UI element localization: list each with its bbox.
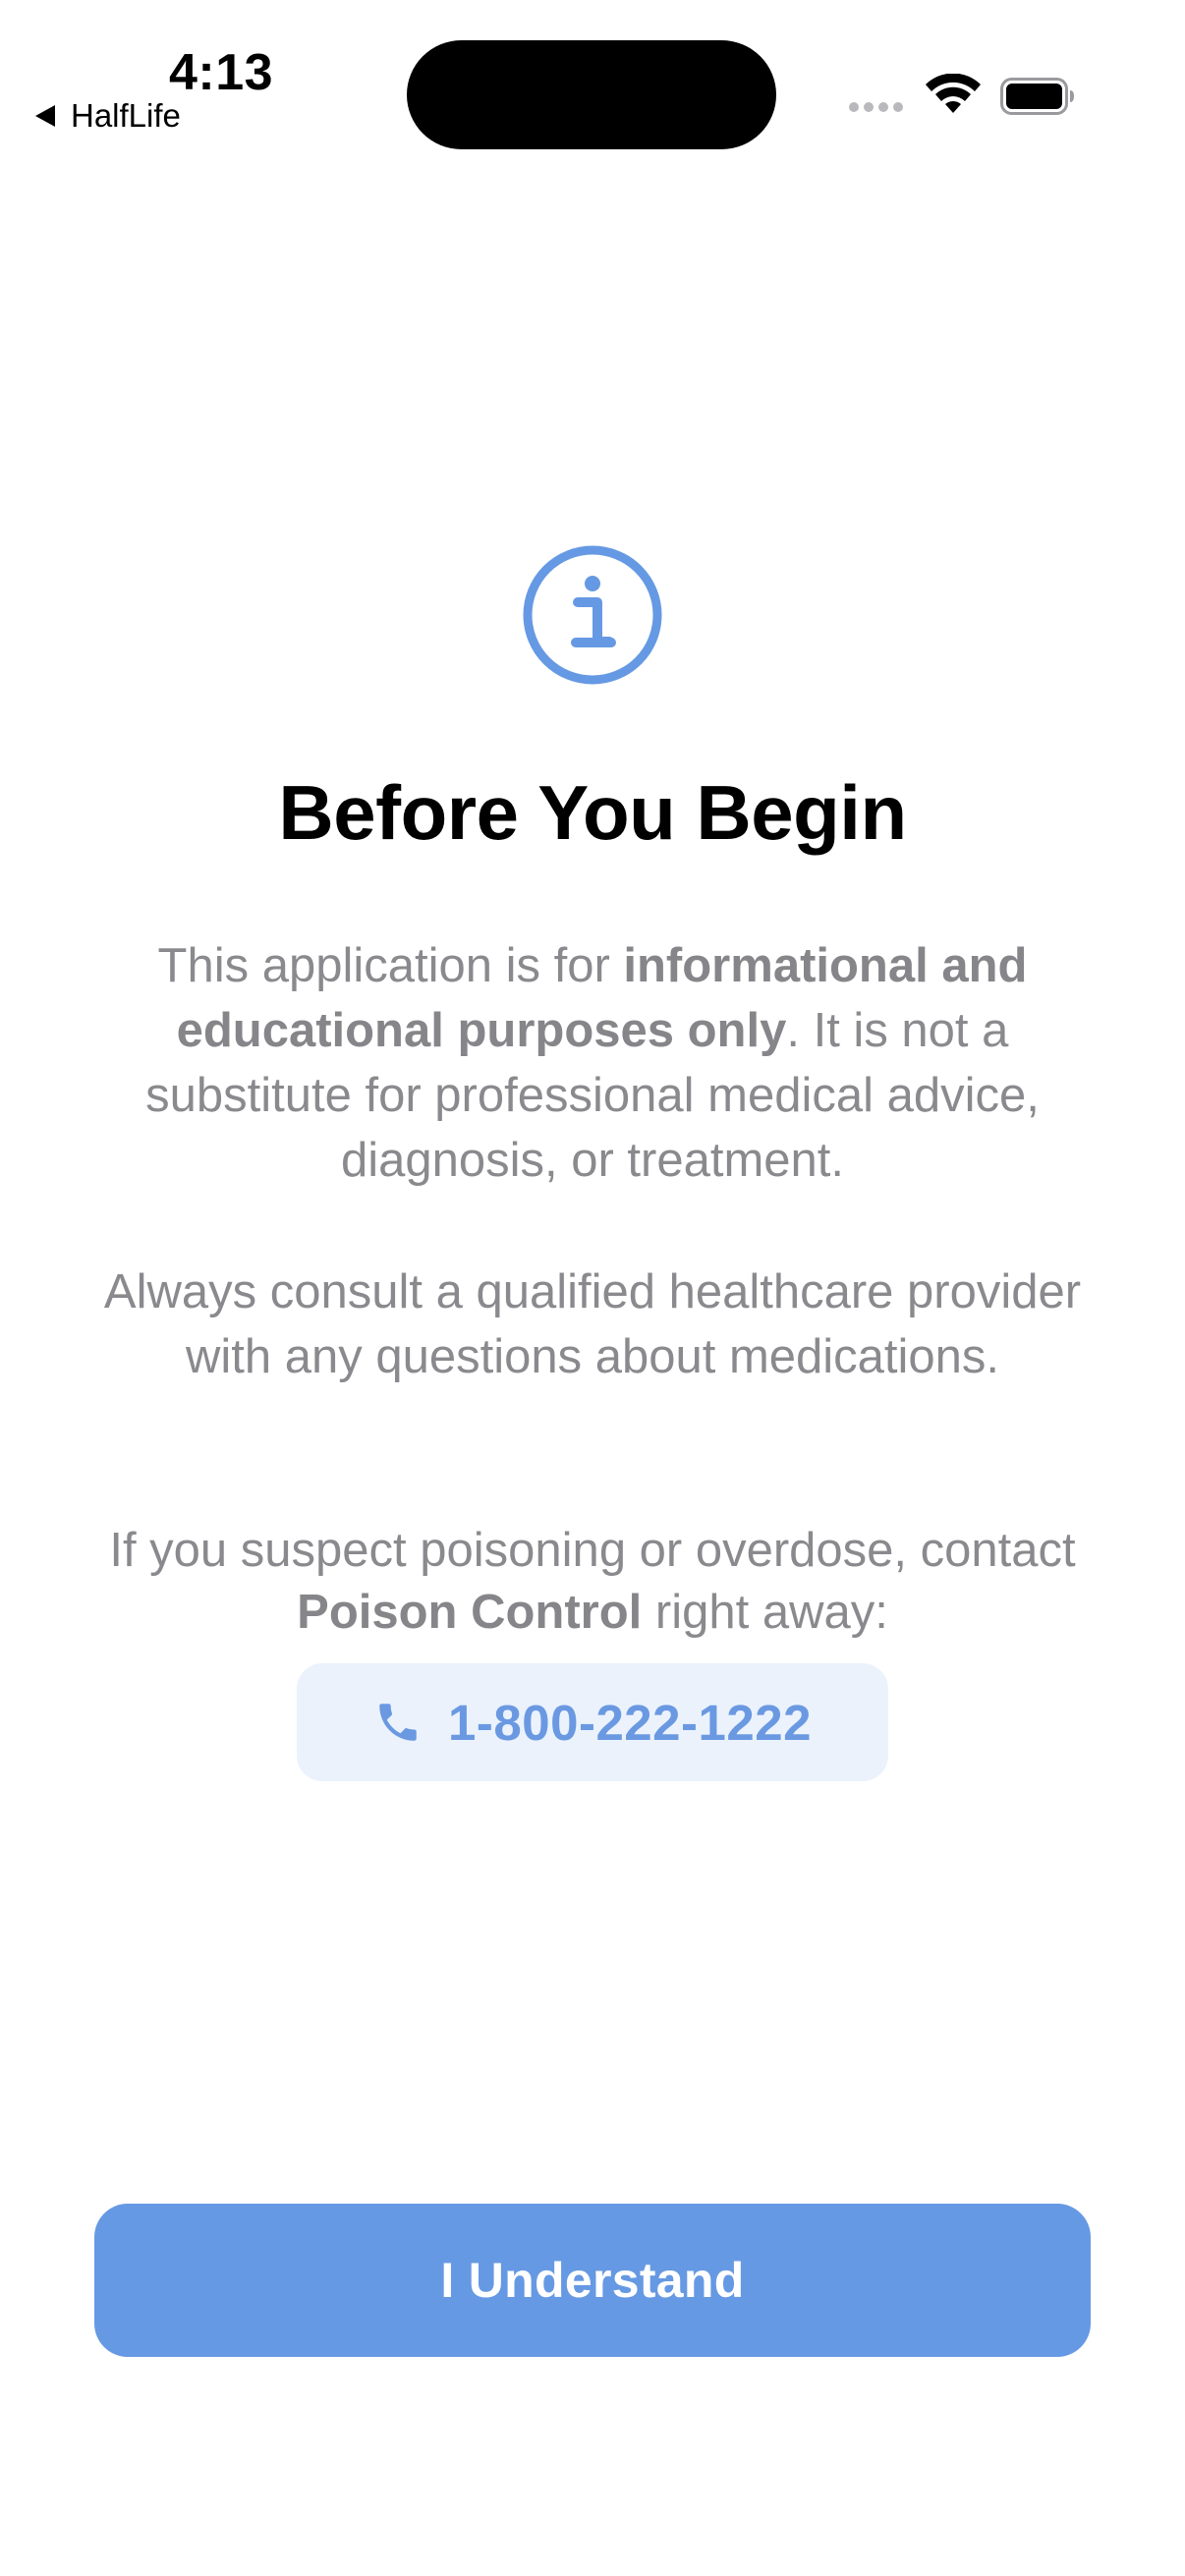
page-title: Before You Begin xyxy=(278,769,907,856)
i-understand-button[interactable]: I Understand xyxy=(94,2204,1091,2357)
dynamic-island xyxy=(407,40,776,149)
status-time: 4:13 xyxy=(169,44,274,101)
wifi-icon xyxy=(926,74,981,113)
back-to-app-button[interactable]: HalfLife xyxy=(35,96,181,136)
back-arrow-icon xyxy=(35,105,55,127)
poison-control-paragraph: If you suspect poisoning or overdose, co… xyxy=(109,1524,1076,1639)
battery-icon xyxy=(1000,78,1074,115)
consult-provider-paragraph: Always consult a qualified healthcare pr… xyxy=(103,1265,1082,1383)
disclaimer-paragraph: This application is for informational an… xyxy=(145,939,1040,1187)
phone-number: 1-800-222-1222 xyxy=(448,1694,812,1751)
poison-control-call-button[interactable]: 1-800-222-1222 xyxy=(297,1663,888,1781)
info-circle-icon xyxy=(523,545,662,685)
back-app-label: HalfLife xyxy=(71,97,181,134)
cellular-signal-icon xyxy=(849,102,903,112)
phone-icon xyxy=(379,1704,417,1741)
i-understand-label: I Understand xyxy=(440,2253,745,2308)
